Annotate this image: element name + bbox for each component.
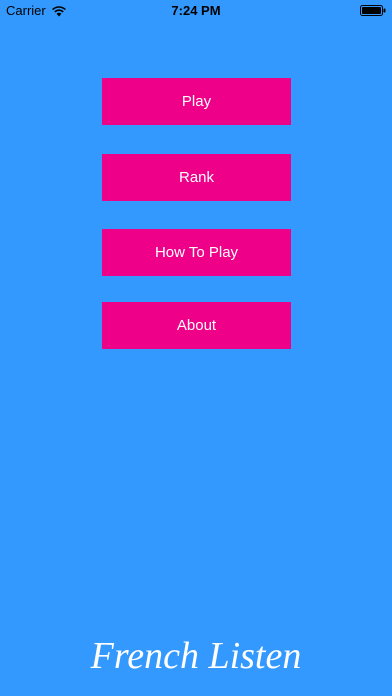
- app-title: French Listen: [90, 635, 302, 677]
- about-button[interactable]: About: [102, 302, 291, 349]
- play-button[interactable]: Play: [102, 78, 291, 125]
- status-time: 7:24 PM: [171, 3, 221, 18]
- battery-icon: [360, 5, 386, 16]
- how-to-play-button[interactable]: How To Play: [102, 229, 291, 276]
- rank-button[interactable]: Rank: [102, 154, 291, 201]
- status-bar: Carrier 7:24 PM: [0, 0, 392, 22]
